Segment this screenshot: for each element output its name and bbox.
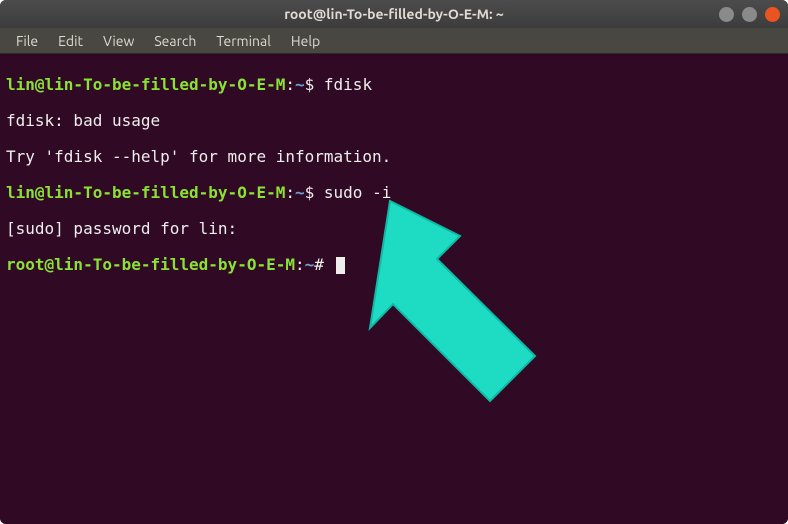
terminal-line: root@lin-To-be-filled-by-O-E-M:~# <box>6 256 782 274</box>
titlebar: root@lin-To-be-filled-by-O-E-M: ~ <box>0 0 788 28</box>
terminal-line: [sudo] password for lin: <box>6 220 782 238</box>
terminal-line: Try 'fdisk --help' for more information. <box>6 148 782 166</box>
menu-help[interactable]: Help <box>281 30 330 52</box>
window-controls <box>719 7 780 22</box>
window-title: root@lin-To-be-filled-by-O-E-M: ~ <box>284 6 504 22</box>
maximize-icon[interactable] <box>742 7 757 22</box>
menu-search[interactable]: Search <box>144 30 206 52</box>
menu-view[interactable]: View <box>93 30 144 52</box>
prompt-user: root@lin-To-be-filled-by-O-E-M <box>6 255 295 274</box>
close-icon[interactable] <box>765 7 780 22</box>
prompt-path: ~ <box>305 255 315 274</box>
prompt-user: lin@lin-To-be-filled-by-O-E-M <box>6 183 285 202</box>
terminal-line: lin@lin-To-be-filled-by-O-E-M:~$ fdisk <box>6 76 782 94</box>
minimize-icon[interactable] <box>719 7 734 22</box>
terminal-line: fdisk: bad usage <box>6 112 782 130</box>
prompt-user: lin@lin-To-be-filled-by-O-E-M <box>6 75 285 94</box>
terminal-line: lin@lin-To-be-filled-by-O-E-M:~$ sudo -i <box>6 184 782 202</box>
prompt-path: ~ <box>295 183 305 202</box>
command-text: sudo -i <box>324 183 391 202</box>
prompt-path: ~ <box>295 75 305 94</box>
cursor-block <box>336 257 345 274</box>
terminal-window: root@lin-To-be-filled-by-O-E-M: ~ File E… <box>0 0 788 524</box>
menu-file[interactable]: File <box>6 30 48 52</box>
terminal-body[interactable]: lin@lin-To-be-filled-by-O-E-M:~$ fdisk f… <box>0 54 788 524</box>
menubar: File Edit View Search Terminal Help <box>0 28 788 54</box>
menu-terminal[interactable]: Terminal <box>206 30 281 52</box>
arrow-annotation-icon <box>365 160 565 452</box>
menu-edit[interactable]: Edit <box>48 30 93 52</box>
command-text: fdisk <box>324 75 372 94</box>
